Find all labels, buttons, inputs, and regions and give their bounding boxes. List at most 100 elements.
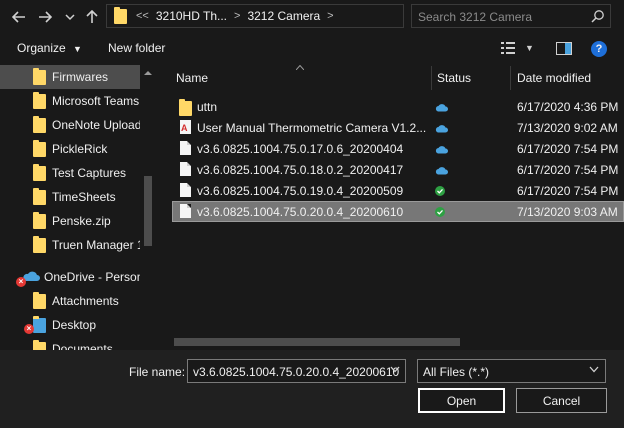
chevron-down-icon: ▼ — [73, 44, 82, 54]
folder-icon — [114, 6, 127, 24]
back-arrow-icon[interactable] — [8, 6, 30, 28]
nav-item-label: PickleRick — [52, 142, 108, 156]
column-divider[interactable] — [431, 66, 432, 90]
folder-icon — [33, 140, 46, 157]
cloud-status-icon — [435, 164, 448, 178]
zip-folder-icon — [33, 212, 46, 229]
chevron-down-icon[interactable] — [390, 365, 400, 376]
breadcrumb-item[interactable]: 3210HD Th... — [156, 9, 227, 23]
file-icon — [180, 162, 191, 176]
pdf-file-icon: A — [180, 120, 191, 134]
column-header-date-modified[interactable]: Date modified — [517, 64, 591, 90]
breadcrumb-item[interactable]: 3212 Camera — [247, 9, 320, 23]
up-arrow-icon[interactable] — [81, 6, 103, 28]
nav-item-picklerick[interactable]: PickleRick — [0, 137, 140, 161]
view-options-icon[interactable] — [501, 42, 517, 57]
file-row[interactable]: v3.6.0825.1004.75.0.18.0.2_20200417 6/17… — [172, 159, 624, 180]
file-row[interactable]: v3.6.0825.1004.75.0.19.0.4_20200509 6/17… — [172, 180, 624, 201]
file-list: Name Status Date modified uttn 6/17/2020… — [156, 64, 624, 350]
recent-locations-chevron-icon[interactable] — [59, 6, 81, 28]
nav-item-label: Desktop — [52, 318, 97, 332]
help-icon[interactable]: ? — [591, 41, 607, 57]
nav-item-onedrive[interactable]: × OneDrive - Person — [0, 265, 144, 289]
nav-item-truen-manager[interactable]: Truen Manager 1 — [0, 233, 144, 257]
file-date-modified: 6/17/2020 7:54 PM — [517, 163, 619, 177]
nav-item-label: Attachments — [52, 294, 119, 308]
file-date-modified: 7/13/2020 9:02 AM — [517, 121, 618, 135]
nav-item-label: OneNote Upload — [52, 118, 142, 132]
file-icon — [180, 183, 191, 197]
folder-icon — [33, 116, 46, 133]
new-folder-button[interactable]: New folder — [108, 41, 165, 55]
file-row-selected[interactable]: v3.6.0825.1004.75.0.20.0.4_20200610 7/13… — [172, 201, 624, 222]
open-button[interactable]: Open — [418, 388, 505, 413]
nav-item-label: Firmwares — [52, 70, 108, 84]
nav-pane-scrollbar[interactable] — [140, 64, 156, 350]
forward-arrow-icon[interactable] — [34, 6, 56, 28]
desktop-folder-icon — [33, 316, 46, 333]
nav-item-attachments[interactable]: Attachments — [0, 289, 140, 313]
nav-item-firmwares[interactable]: Firmwares — [0, 65, 140, 89]
file-type-filter-select[interactable]: All Files (*.*) — [417, 359, 606, 383]
file-name: v3.6.0825.1004.75.0.20.0.4_20200610 — [197, 205, 404, 219]
column-header-name[interactable]: Name — [176, 64, 208, 90]
file-name: v3.6.0825.1004.75.0.17.0.6_20200404 — [197, 142, 404, 156]
cloud-status-icon — [435, 101, 448, 115]
chevron-down-icon[interactable] — [589, 365, 599, 376]
cancel-button[interactable]: Cancel — [516, 388, 607, 413]
organize-label: Organize — [17, 41, 66, 55]
file-icon — [180, 204, 191, 218]
file-name: v3.6.0825.1004.75.0.18.0.2_20200417 — [197, 163, 404, 177]
file-name: User Manual Thermometric Camera V1.2... — [197, 121, 427, 135]
overflow-chevron-icon[interactable]: << — [136, 10, 149, 22]
breadcrumb-separator-icon[interactable]: > — [234, 10, 240, 22]
folder-icon — [33, 92, 46, 109]
file-date-modified: 6/17/2020 7:54 PM — [517, 142, 619, 156]
nav-scrollbar-thumb[interactable] — [144, 176, 152, 246]
nav-item-desktop[interactable]: × Desktop — [0, 313, 140, 337]
cloud-status-icon — [435, 122, 448, 136]
breadcrumb-separator-icon[interactable]: > — [327, 10, 333, 22]
scroll-up-icon[interactable] — [144, 70, 152, 76]
nav-item-label: OneDrive - Person — [44, 270, 144, 284]
view-chevron-down-icon[interactable]: ▼ — [525, 43, 534, 53]
nav-item-label: Microsoft Teams — [52, 94, 140, 108]
nav-item-test-captures[interactable]: Test Captures — [0, 161, 140, 185]
folder-icon — [33, 68, 46, 85]
sync-error-icon: × — [16, 277, 26, 287]
column-divider[interactable] — [510, 66, 511, 90]
column-header-status[interactable]: Status — [437, 64, 471, 90]
file-icon — [180, 141, 191, 155]
nav-item-label: Truen Manager 1 — [52, 238, 144, 252]
nav-item-microsoft-teams[interactable]: Microsoft Teams — [0, 89, 140, 113]
preview-pane-icon[interactable] — [556, 42, 572, 58]
folder-icon — [33, 188, 46, 205]
file-name-label: File name: — [129, 365, 186, 379]
pdf-glyph: A — [181, 123, 188, 133]
nav-item-onenote-uploads[interactable]: OneNote Upload — [0, 113, 142, 137]
nav-item-penske-zip[interactable]: Penske.zip — [0, 209, 140, 233]
horizontal-scrollbar-thumb[interactable] — [174, 338, 460, 346]
command-bar: Organize ▼ New folder ▼ ? — [0, 34, 624, 64]
file-row[interactable]: A User Manual Thermometric Camera V1.2..… — [172, 117, 624, 138]
file-name-value: v3.6.0825.1004.75.0.20.0.4_20200610 — [193, 365, 400, 379]
address-row: << 3210HD Th... > 3212 Camera > Search 3… — [0, 0, 624, 34]
file-date-modified: 7/13/2020 9:03 AM — [517, 205, 618, 219]
file-name: v3.6.0825.1004.75.0.19.0.4_20200509 — [197, 184, 404, 198]
nav-item-label: Documents — [52, 342, 113, 350]
folder-icon — [33, 164, 46, 181]
organize-button[interactable]: Organize ▼ — [17, 41, 82, 55]
file-row[interactable]: v3.6.0825.1004.75.0.17.0.6_20200404 6/17… — [172, 138, 624, 159]
search-icon[interactable] — [591, 9, 605, 26]
file-list-horizontal-scrollbar[interactable] — [156, 334, 624, 350]
synced-check-icon — [435, 206, 445, 220]
nav-item-timesheets[interactable]: TimeSheets — [0, 185, 140, 209]
file-name-input[interactable]: v3.6.0825.1004.75.0.20.0.4_20200610 — [187, 359, 406, 383]
search-box[interactable]: Search 3212 Camera — [411, 4, 611, 28]
file-type-filter-value: All Files (*.*) — [423, 365, 490, 379]
navigation-pane: Firmwares Microsoft Teams OneNote Upload… — [0, 64, 156, 350]
file-row[interactable]: uttn 6/17/2020 4:36 PM — [172, 96, 624, 117]
folder-icon — [33, 292, 46, 309]
address-bar[interactable]: << 3210HD Th... > 3212 Camera > — [106, 4, 404, 28]
nav-item-documents[interactable]: Documents — [0, 337, 140, 350]
